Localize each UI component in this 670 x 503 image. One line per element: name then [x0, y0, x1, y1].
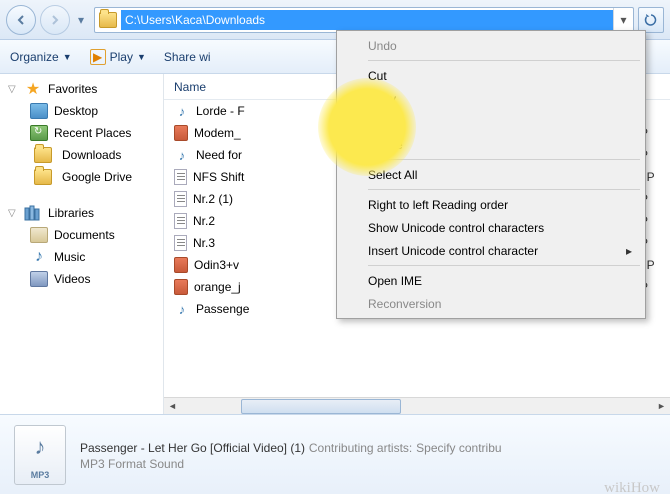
text-icon	[174, 169, 187, 185]
file-name: orange_j	[194, 280, 241, 294]
file-name: NFS Shift	[193, 170, 244, 184]
text-icon	[174, 213, 187, 229]
nav-google-drive[interactable]: Google Drive	[0, 166, 163, 188]
chevron-down-icon: ▽	[8, 208, 18, 219]
libraries-header[interactable]: ▽ Libraries	[0, 202, 163, 224]
libraries-label: Libraries	[48, 206, 94, 220]
file-name: Nr.3	[193, 236, 215, 250]
address-bar[interactable]: C:\Users\Kaca\Downloads ▾	[94, 7, 634, 33]
documents-icon	[30, 227, 48, 243]
folder-icon	[34, 147, 52, 163]
file-name: Lorde - F	[196, 104, 245, 118]
archive-icon	[174, 279, 188, 295]
details-title: Passenger - Let Her Go [Official Video] …	[80, 441, 305, 455]
file-name: Passenge	[196, 302, 249, 316]
ctx-rtl[interactable]: Right to left Reading order	[340, 193, 642, 216]
ctx-copy[interactable]: Copy	[340, 87, 642, 110]
nav-back-button[interactable]	[6, 5, 36, 35]
text-icon	[174, 191, 187, 207]
nav-desktop[interactable]: Desktop	[0, 100, 163, 122]
ctx-reconversion: Reconversion	[340, 292, 642, 315]
play-button[interactable]: ▶Play▼	[90, 49, 146, 65]
address-path[interactable]: C:\Users\Kaca\Downloads	[121, 10, 613, 30]
file-type-icon: ♪ MP3	[14, 425, 66, 485]
folder-icon	[99, 12, 117, 28]
nav-videos[interactable]: Videos	[0, 268, 163, 290]
nav-label: Desktop	[54, 104, 98, 118]
play-icon: ▶	[90, 49, 106, 65]
music-icon: ♪	[30, 249, 48, 265]
nav-recent-places[interactable]: Recent Places	[0, 122, 163, 144]
file-name: Odin3+v	[194, 258, 239, 272]
libraries-icon	[24, 205, 42, 221]
star-icon: ★	[24, 81, 42, 97]
play-label: Play	[110, 50, 133, 64]
archive-icon	[174, 125, 188, 141]
videos-icon	[30, 271, 48, 287]
details-pane: ♪ MP3 Passenger - Let Her Go [Official Vi…	[0, 414, 670, 494]
separator	[368, 265, 640, 266]
scroll-right-button[interactable]: ►	[653, 398, 670, 415]
nav-label: Downloads	[62, 148, 121, 162]
text-icon	[174, 235, 187, 251]
nav-label: Music	[54, 250, 85, 264]
archive-icon	[174, 257, 188, 273]
nav-pane: ▽ ★ Favorites Desktop Recent Places Downlo…	[0, 74, 164, 414]
share-label: Share wi	[164, 50, 211, 64]
favorites-label: Favorites	[48, 82, 97, 96]
nav-label: Videos	[54, 272, 90, 286]
details-meta-value[interactable]: Specify contribu	[416, 441, 501, 455]
mp3-icon: ♪	[174, 103, 190, 119]
ctx-open-ime[interactable]: Open IME	[340, 269, 642, 292]
ctx-cut[interactable]: Cut	[340, 64, 642, 87]
separator	[368, 189, 640, 190]
file-name: Nr.2 (1)	[193, 192, 233, 206]
details-meta-label: Contributing artists:	[309, 441, 412, 455]
nav-documents[interactable]: Documents	[0, 224, 163, 246]
recent-icon	[30, 125, 48, 141]
note-icon: ♪	[35, 434, 46, 460]
separator	[368, 159, 640, 160]
scroll-left-button[interactable]: ◄	[164, 398, 181, 415]
mp3-icon: ♪	[174, 147, 190, 163]
context-menu: Undo Cut Copy Paste Delete Select All Ri…	[336, 30, 646, 319]
nav-forward-button[interactable]	[40, 5, 70, 35]
organize-button[interactable]: Organize▼	[10, 50, 72, 64]
file-name: Modem_	[194, 126, 241, 140]
organize-label: Organize	[10, 50, 59, 64]
share-button[interactable]: Share wi	[164, 50, 211, 64]
file-ext-label: MP3	[31, 470, 50, 480]
desktop-icon	[30, 103, 48, 119]
scroll-thumb[interactable]	[241, 399, 401, 414]
watermark: wikiHow	[604, 480, 660, 497]
ctx-insert-unicode[interactable]: Insert Unicode control character	[340, 239, 642, 262]
nav-label: Recent Places	[54, 126, 131, 140]
ctx-paste[interactable]: Paste	[340, 110, 642, 133]
nav-history-dropdown[interactable]: ▾	[74, 5, 88, 35]
mp3-icon: ♪	[174, 301, 190, 317]
file-name: Nr.2	[193, 214, 215, 228]
separator	[368, 60, 640, 61]
chevron-down-icon: ▽	[8, 84, 18, 95]
nav-label: Documents	[54, 228, 115, 242]
details-subtitle: MP3 Format Sound	[80, 457, 656, 471]
folder-icon	[34, 169, 52, 185]
ctx-undo: Undo	[340, 34, 642, 57]
ctx-select-all[interactable]: Select All	[340, 163, 642, 186]
nav-downloads[interactable]: Downloads	[0, 144, 163, 166]
ctx-show-unicode[interactable]: Show Unicode control characters	[340, 216, 642, 239]
favorites-header[interactable]: ▽ ★ Favorites	[0, 78, 163, 100]
horiz-scrollbar[interactable]: ◄ ►	[164, 397, 670, 414]
nav-label: Google Drive	[62, 170, 132, 184]
ctx-delete[interactable]: Delete	[340, 133, 642, 156]
nav-music[interactable]: ♪ Music	[0, 246, 163, 268]
address-dropdown[interactable]: ▾	[613, 8, 633, 32]
refresh-button[interactable]	[638, 7, 664, 33]
file-name: Need for	[196, 148, 242, 162]
